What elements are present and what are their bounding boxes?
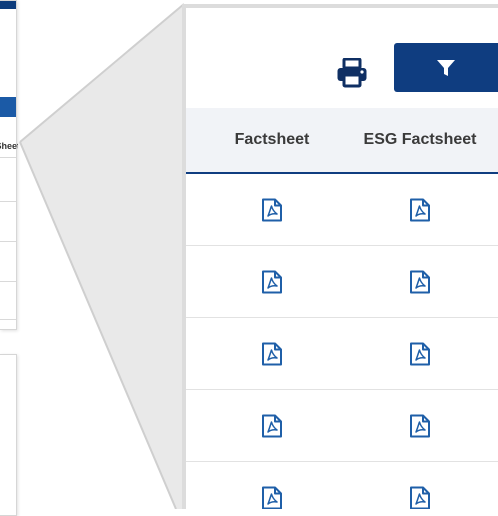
pdf-file-icon[interactable] [409,486,431,509]
table-header: Factsheet ESG Factsheet [186,108,498,174]
pdf-file-icon[interactable] [409,198,431,222]
factsheet-cell [202,246,342,317]
pdf-file-icon[interactable] [261,270,283,294]
factsheet-cell [202,390,342,461]
esg-factsheet-cell [342,318,498,389]
esg-factsheet-cell [342,462,498,509]
column-header-factsheet[interactable]: Factsheet [202,108,342,172]
filter-button[interactable] [394,43,498,92]
filter-icon [437,59,455,76]
table-row [186,246,498,318]
table-row [186,174,498,246]
pdf-file-icon[interactable] [409,414,431,438]
esg-factsheet-cell [342,174,498,245]
pdf-file-icon[interactable] [409,270,431,294]
pdf-file-icon[interactable] [409,342,431,366]
zoomed-panel: Factsheet ESG Factsheet [186,8,498,509]
factsheet-cell [202,462,342,509]
toolbar [186,8,498,108]
pdf-file-icon[interactable] [261,198,283,222]
table-row [186,318,498,390]
esg-factsheet-cell [342,246,498,317]
factsheet-cell [202,318,342,389]
pdf-file-icon[interactable] [261,486,283,509]
pdf-file-icon[interactable] [261,342,283,366]
table-row [186,390,498,462]
printer-icon[interactable] [336,57,368,88]
esg-factsheet-cell [342,390,498,461]
factsheet-cell [202,174,342,245]
pdf-file-icon[interactable] [261,414,283,438]
table-body [186,174,498,509]
column-header-esg-factsheet[interactable]: ESG Factsheet [342,108,498,172]
table-row [186,462,498,509]
